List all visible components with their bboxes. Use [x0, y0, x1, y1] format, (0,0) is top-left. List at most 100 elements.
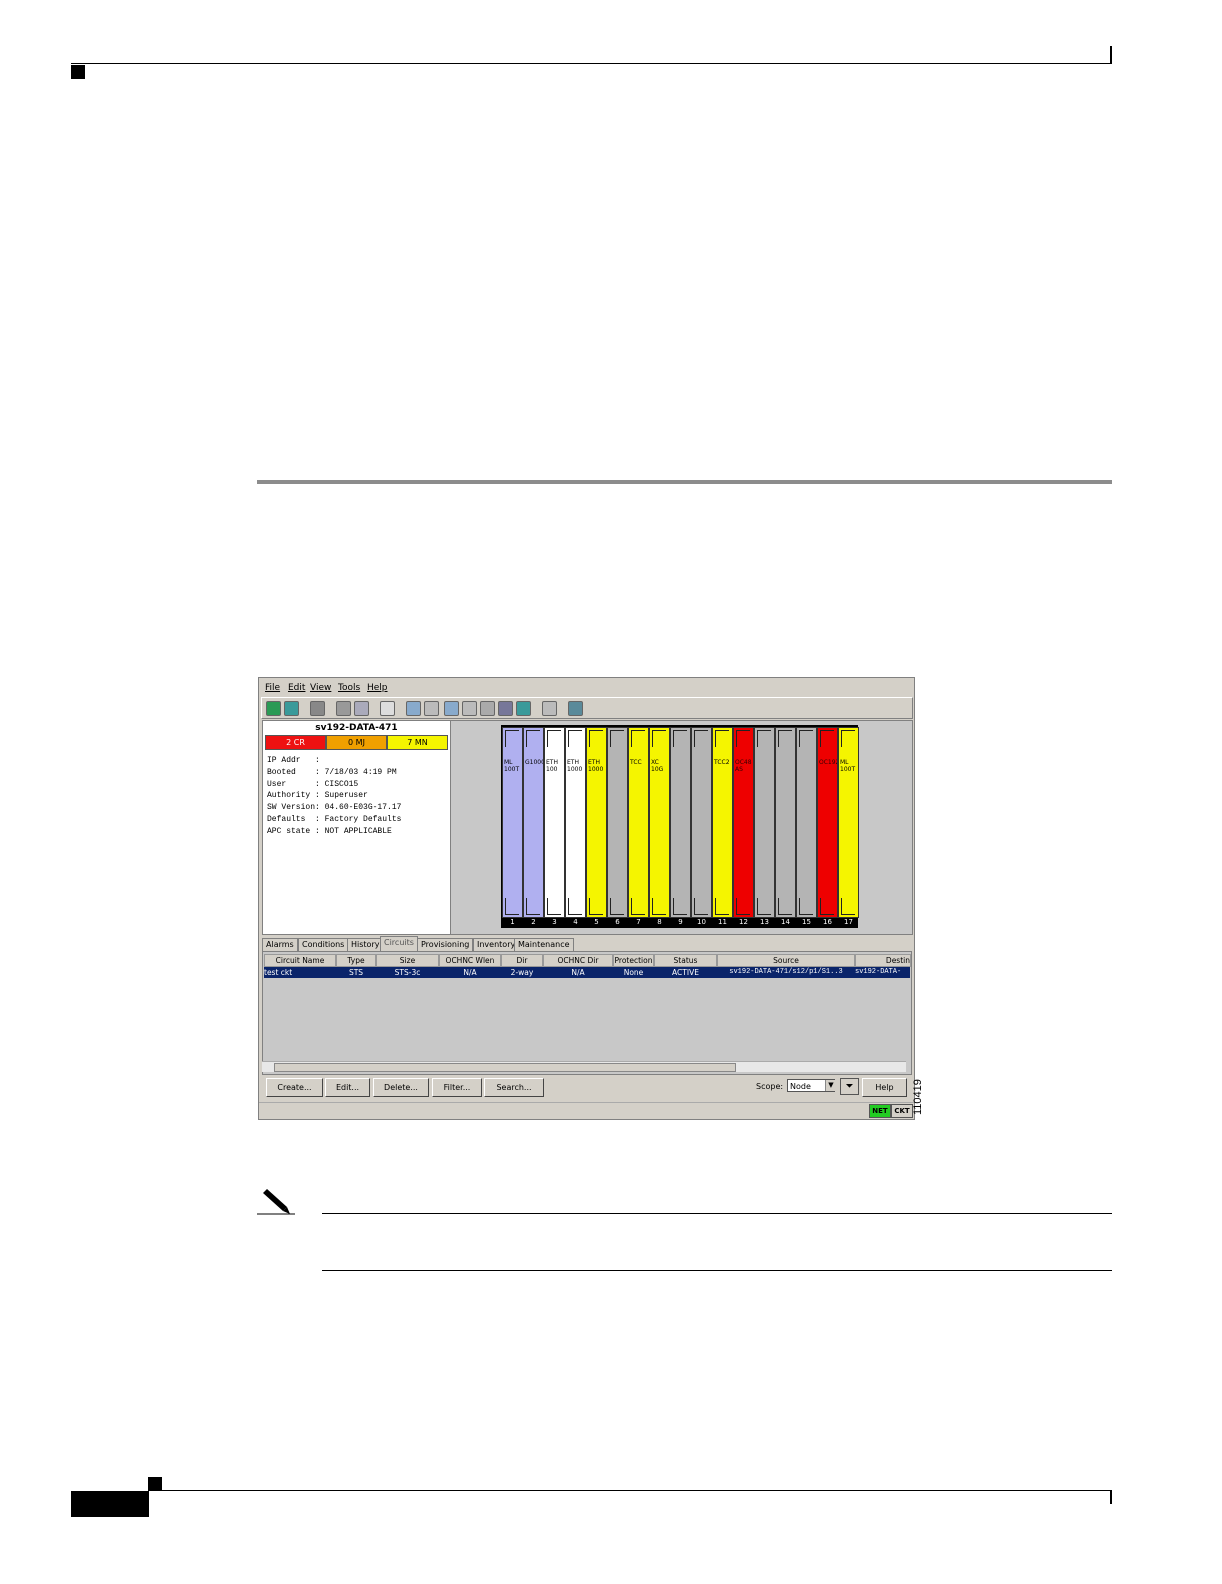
col-destination[interactable]: Destin: [855, 954, 911, 967]
shelf-slot-16[interactable]: OC192: [817, 727, 838, 918]
menu-help[interactable]: Help: [367, 683, 388, 693]
export-icon[interactable]: [354, 701, 369, 716]
delete-button[interactable]: Delete...: [373, 1078, 429, 1097]
cell-source: sv192-DATA-471/s12/p1/S1..3: [717, 967, 855, 978]
horizontal-scrollbar[interactable]: [262, 1061, 906, 1072]
shelf-slot-15[interactable]: [796, 727, 817, 918]
tab-maintenance[interactable]: Maintenance: [514, 938, 574, 951]
shelf-slot-11[interactable]: TCC2: [712, 727, 733, 918]
note-top-rule: [322, 1213, 1112, 1214]
shelf-slot-14[interactable]: [775, 727, 796, 918]
ejector-bottom: [715, 898, 729, 915]
col-ochnc-wlen[interactable]: OCHNC Wlen: [439, 954, 501, 967]
home-icon[interactable]: [480, 701, 495, 716]
ejector-top: [589, 730, 603, 747]
graph-icon[interactable]: [568, 701, 583, 716]
cell-circuit-name: test ckt: [264, 967, 336, 978]
tab-alarms[interactable]: Alarms: [262, 938, 298, 951]
col-circuit-name[interactable]: Circuit Name: [264, 954, 336, 967]
forward-arrow-icon[interactable]: [424, 701, 439, 716]
shelf-slot-8[interactable]: XC 10G: [649, 727, 670, 918]
slot-number: 11: [718, 918, 727, 926]
network-view-icon[interactable]: [266, 701, 281, 716]
shelf-slot-2[interactable]: G1000: [523, 727, 544, 918]
col-size[interactable]: Size: [376, 954, 439, 967]
scrollbar-thumb[interactable]: [274, 1063, 736, 1072]
shelf-slot-9[interactable]: [670, 727, 691, 918]
col-type[interactable]: Type: [336, 954, 376, 967]
slot-card-label: OC192: [819, 759, 838, 766]
tab-conditions[interactable]: Conditions: [298, 938, 349, 951]
back-arrow-icon[interactable]: [406, 701, 421, 716]
cell-dir: 2-way: [501, 967, 543, 978]
ckt-status: CKT: [891, 1104, 913, 1118]
note-bottom-rule: [322, 1270, 1112, 1271]
slot-number: 12: [739, 918, 748, 926]
ejector-top: [610, 730, 624, 747]
edit-button[interactable]: Edit...: [325, 1078, 370, 1097]
tab-history[interactable]: History: [347, 938, 384, 951]
col-source[interactable]: Source: [717, 954, 855, 967]
ejector-top: [673, 730, 687, 747]
major-alarm-count[interactable]: 0 MJ: [326, 735, 387, 750]
col-protection[interactable]: Protection: [613, 954, 654, 967]
node-view-icon[interactable]: [542, 701, 557, 716]
shelf-slot-12[interactable]: OC48 AS: [733, 727, 754, 918]
zoom-icon[interactable]: [498, 701, 513, 716]
preferences-icon[interactable]: [380, 701, 395, 716]
slot-number: 15: [802, 918, 811, 926]
shelf-slot-17[interactable]: ML 100T: [838, 727, 859, 918]
footer-block: [71, 1491, 149, 1517]
ejector-top: [568, 730, 582, 747]
slot-card-label: XC 10G: [651, 759, 664, 773]
col-status[interactable]: Status: [654, 954, 717, 967]
shelf-slot-7[interactable]: TCC: [628, 727, 649, 918]
ejector-bottom: [757, 898, 771, 915]
menu-view[interactable]: View: [310, 683, 331, 693]
help-button[interactable]: Help: [862, 1078, 907, 1097]
shelf-slot-6[interactable]: [607, 727, 628, 918]
print-icon[interactable]: [336, 701, 351, 716]
cell-type: STS: [336, 967, 376, 978]
ejector-top: [547, 730, 561, 747]
footer-tick: [1110, 1490, 1112, 1504]
header-rule: [71, 63, 1112, 64]
shelf-slot-1[interactable]: ML 100T: [502, 727, 523, 918]
circuits-table: Circuit Name Type Size OCHNC Wlen Dir OC…: [262, 951, 912, 1075]
tab-provisioning[interactable]: Provisioning: [417, 938, 474, 951]
ejector-top: [505, 730, 519, 747]
filter-icon[interactable]: ⏷: [840, 1078, 859, 1095]
shelf-slot-3[interactable]: ETH 100: [544, 727, 565, 918]
menu-edit[interactable]: Edit: [288, 683, 305, 693]
minor-alarm-count[interactable]: 7 MN: [387, 735, 448, 750]
globe-icon[interactable]: [516, 701, 531, 716]
net-status: NET: [869, 1104, 891, 1118]
ejector-top: [526, 730, 540, 747]
up-arrow-icon[interactable]: [444, 701, 459, 716]
lock-icon[interactable]: [310, 701, 325, 716]
col-dir[interactable]: Dir: [501, 954, 543, 967]
tab-circuits[interactable]: Circuits: [380, 936, 418, 951]
down-arrow-icon[interactable]: [462, 701, 477, 716]
search-button[interactable]: Search...: [484, 1078, 544, 1097]
refresh-icon[interactable]: [284, 701, 299, 716]
shelf-slot-5[interactable]: ETH 1000: [586, 727, 607, 918]
filter-button[interactable]: Filter...: [432, 1078, 482, 1097]
ejector-bottom: [547, 898, 561, 915]
slot-number: 16: [823, 918, 832, 926]
menu-tools[interactable]: Tools: [338, 683, 360, 693]
shelf-slot-13[interactable]: [754, 727, 775, 918]
col-ochnc-dir[interactable]: OCHNC Dir: [543, 954, 613, 967]
create-button[interactable]: Create...: [266, 1078, 323, 1097]
shelf-slot-4[interactable]: ETH 1000: [565, 727, 586, 918]
chevron-down-icon[interactable]: ▼: [825, 1080, 836, 1091]
ejector-top: [820, 730, 834, 747]
ejector-top: [652, 730, 666, 747]
slot-card-label: ML 100T: [840, 759, 856, 773]
shelf-slot-10[interactable]: [691, 727, 712, 918]
slot-number: 13: [760, 918, 769, 926]
critical-alarm-count[interactable]: 2 CR: [265, 735, 326, 750]
menu-file[interactable]: File: [265, 683, 280, 693]
tab-inventory[interactable]: Inventory: [473, 938, 520, 951]
ejector-bottom: [652, 898, 666, 915]
